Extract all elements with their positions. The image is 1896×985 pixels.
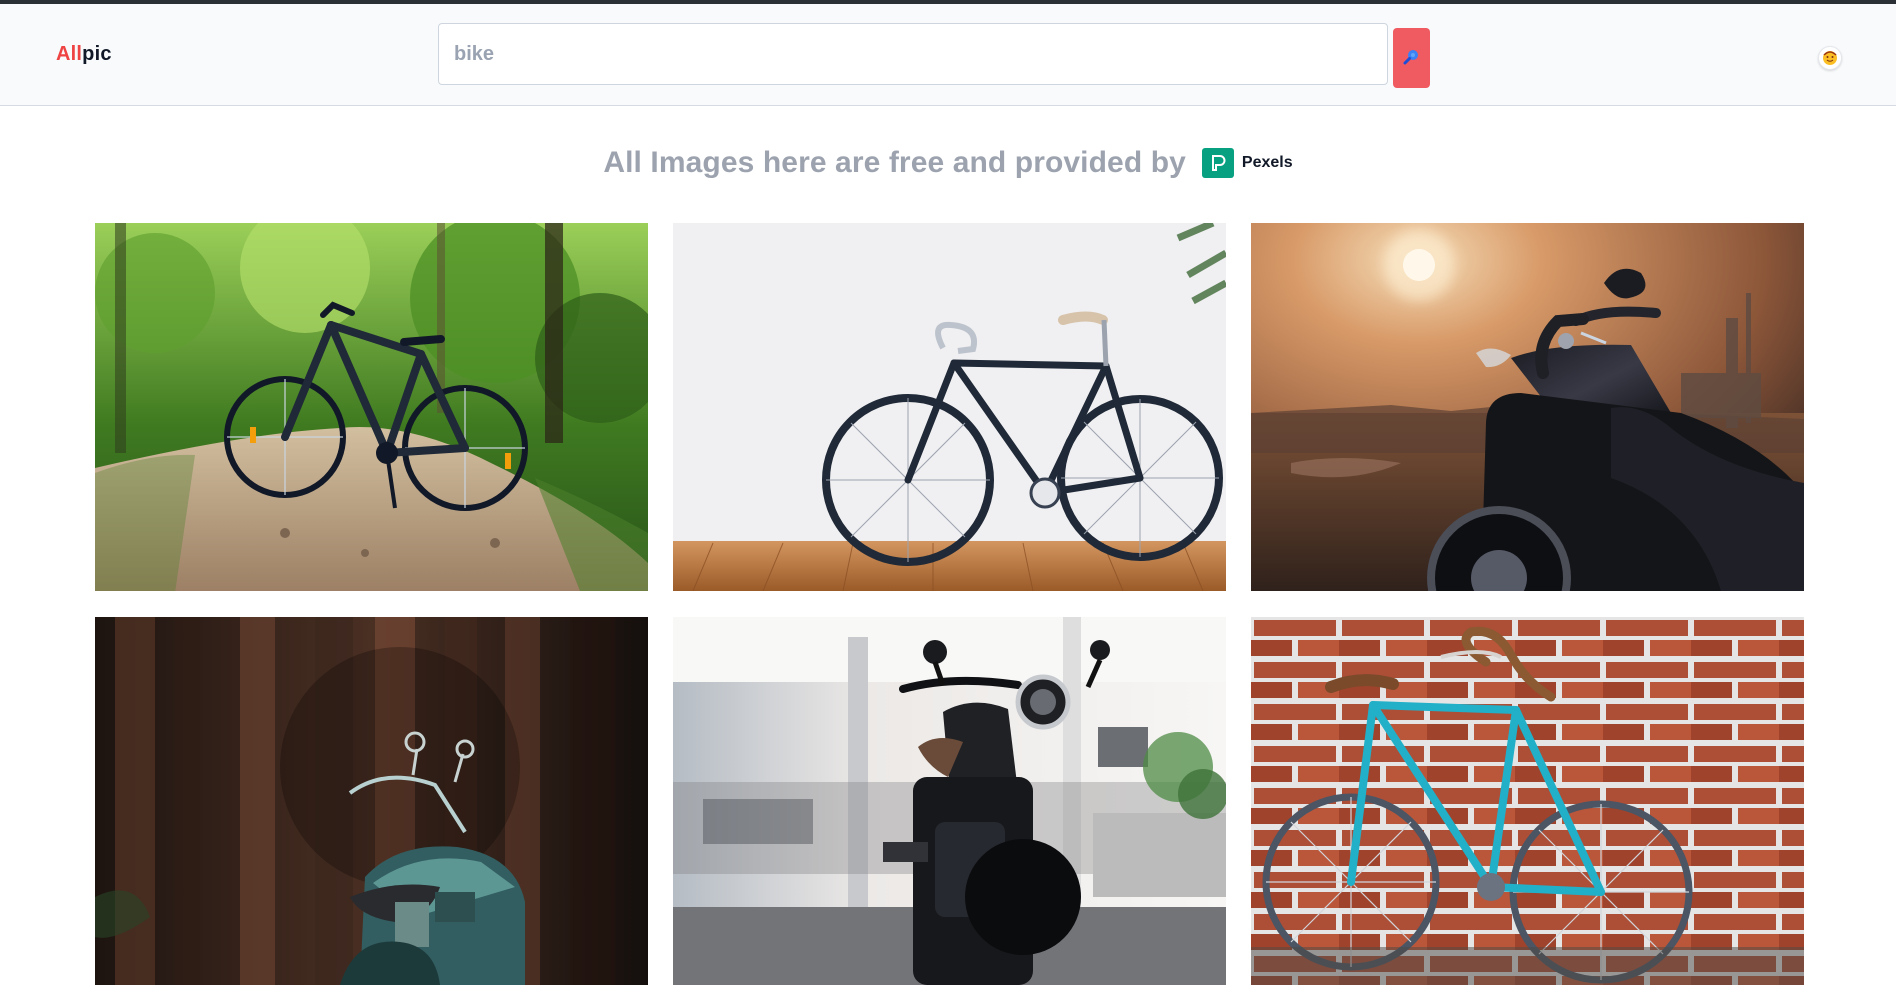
pexels-link[interactable]: Pexels (1201, 148, 1293, 178)
logo-pic: pic (82, 43, 112, 65)
attribution-text: All Images here are free and provided by (603, 146, 1186, 179)
search-input[interactable] (438, 23, 1388, 85)
attribution-banner: All Images here are free and provided by… (0, 146, 1896, 180)
allpic-logo[interactable]: Allpic (56, 44, 112, 64)
wall-bike-image (673, 223, 1226, 591)
gallery-image-garage-motorcycle[interactable] (673, 617, 1226, 985)
logo-all: All (56, 43, 83, 65)
image-gallery (95, 223, 1805, 985)
brick-wall-bike-image (1251, 617, 1804, 985)
garage-motorcycle-image (673, 617, 1226, 985)
forest-bike-image (95, 223, 648, 591)
gallery-image-sunset-motorcycle[interactable] (1251, 223, 1804, 591)
search-button[interactable] (1393, 28, 1430, 88)
search-icon (1402, 47, 1422, 70)
gallery-image-brick-wall-bike[interactable] (1251, 617, 1804, 985)
teal-motorcycle-image (95, 617, 648, 985)
top-navigation: Allpic (0, 4, 1896, 106)
sunset-motorcycle-image (1251, 223, 1804, 591)
gallery-image-wall-bike[interactable] (673, 223, 1226, 591)
pexels-logo-icon (1201, 148, 1234, 178)
user-avatar-icon[interactable] (1818, 46, 1842, 70)
gallery-image-forest-bike[interactable] (95, 223, 648, 591)
gallery-image-teal-motorcycle[interactable] (95, 617, 648, 985)
pexels-name: Pexels (1241, 154, 1293, 171)
